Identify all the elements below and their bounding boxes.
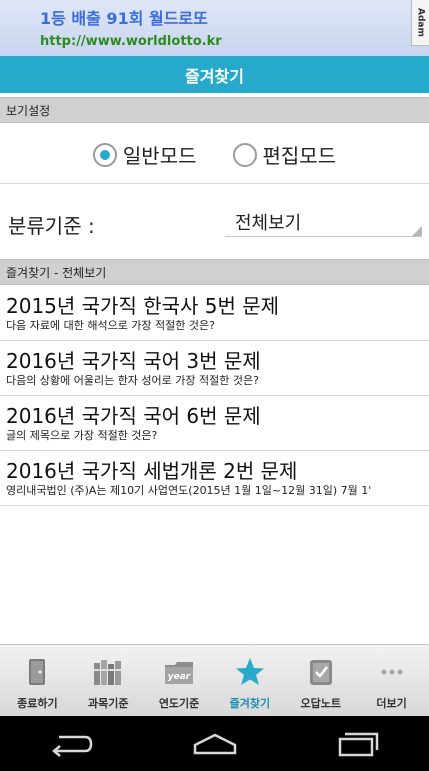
year-icon-text: year (168, 672, 191, 682)
list-item[interactable]: 2016년 국가직 국어 6번 문제 글의 제목으로 가장 적절한 것은? (0, 396, 429, 451)
list-item-desc: 다음 자료에 대한 해석으로 가장 적절한 것은? (6, 319, 215, 332)
view-settings-header: 보기설정 (0, 97, 429, 123)
category-row: 분류기준 : 전체보기 (0, 185, 429, 257)
recent-apps-icon (338, 732, 378, 756)
page-title: 즐겨찾기 (185, 66, 244, 86)
notebook-check-icon (309, 660, 332, 685)
exit-door-icon (29, 659, 46, 685)
list-item-desc: 다음의 상황에 어울리는 한자 성어로 가장 적절한 것은? (6, 374, 259, 387)
home-button[interactable] (185, 724, 245, 764)
normal-mode-radio[interactable]: 일반모드 (92, 140, 197, 169)
category-dropdown[interactable]: 전체보기 (225, 201, 422, 237)
list-item[interactable]: 2016년 국가직 세법개론 2번 문제 영리내국법인 (주)A는 제10기 사… (0, 451, 429, 506)
system-nav-bar (0, 716, 429, 771)
view-settings-header-label: 보기설정 (6, 103, 51, 118)
edit-mode-label: 편집모드 (262, 144, 337, 168)
back-button[interactable] (42, 724, 102, 764)
tab-favorites[interactable]: 즐겨찾기 (215, 645, 285, 717)
tab-label: 종료하기 (17, 697, 58, 710)
mode-selector: 일반모드 편집모드 (0, 126, 429, 184)
tab-label: 과목기준 (87, 697, 129, 710)
tab-more[interactable]: 더보기 (357, 645, 427, 717)
tab-year[interactable]: year 연도기준 (144, 645, 214, 717)
radio-selected-icon (92, 142, 117, 167)
home-icon (193, 733, 236, 754)
ad-title[interactable]: 1등 배출 91회 월드로또 (40, 5, 208, 29)
list-item-title: 2016년 국가직 국어 6번 문제 (6, 404, 261, 428)
tab-label: 오답노트 (300, 697, 341, 710)
recent-apps-button[interactable] (328, 724, 388, 764)
ad-url[interactable]: http://www.worldlotto.kr (40, 34, 222, 49)
tab-exit[interactable]: 종료하기 (2, 645, 72, 717)
tab-wrong-answers[interactable]: 오답노트 (286, 645, 356, 717)
back-arrow-icon (51, 735, 92, 757)
list-item-title: 2015년 국가직 한국사 5번 문제 (6, 294, 280, 318)
star-icon (235, 658, 264, 685)
tab-label: 연도기준 (158, 697, 200, 710)
list-item-title: 2016년 국가직 세법개론 2번 문제 (6, 459, 298, 483)
dropdown-corner-icon (412, 226, 422, 236)
title-bar: 즐겨찾기 (0, 56, 429, 93)
books-icon (94, 660, 122, 685)
edit-mode-radio[interactable]: 편집모드 (232, 140, 337, 169)
tab-subject[interactable]: 과목기준 (73, 645, 143, 717)
list-item-desc: 글의 제목으로 가장 적절한 것은? (6, 429, 158, 442)
radio-unselected-icon (232, 142, 257, 167)
list-item[interactable]: 2015년 국가직 한국사 5번 문제 다음 자료에 대한 해석으로 가장 적절… (0, 286, 429, 341)
ad-banner[interactable]: 1등 배출 91회 월드로또 http://www.worldlotto.kr … (0, 0, 429, 56)
favorites-list-header-label: 즐겨찾기 - 전체보기 (6, 265, 107, 280)
favorites-list: 2015년 국가직 한국사 5번 문제 다음 자료에 대한 해석으로 가장 적절… (0, 286, 429, 506)
normal-mode-label: 일반모드 (122, 144, 197, 168)
tab-label: 더보기 (376, 697, 407, 710)
tab-label: 즐겨찾기 (229, 697, 271, 710)
list-item-desc: 영리내국법인 (주)A는 제10기 사업연도(2015년 1월 1일~12월 3… (6, 484, 372, 497)
year-folder-icon: year (165, 662, 194, 684)
category-label: 분류기준 : (8, 214, 95, 238)
bottom-tab-bar: 종료하기 과목기준 year 연도기준 즐겨찾기 오답노트 더보기 (0, 644, 429, 716)
list-item-title: 2016년 국가직 국어 3번 문제 (6, 349, 261, 373)
favorites-list-header: 즐겨찾기 - 전체보기 (0, 259, 429, 285)
more-dots-icon (381, 669, 403, 675)
category-selected-value: 전체보기 (235, 213, 302, 234)
list-item[interactable]: 2016년 국가직 국어 3번 문제 다음의 상황에 어울리는 한자 성어로 가… (0, 341, 429, 396)
ad-badge: Adam (411, 0, 429, 46)
